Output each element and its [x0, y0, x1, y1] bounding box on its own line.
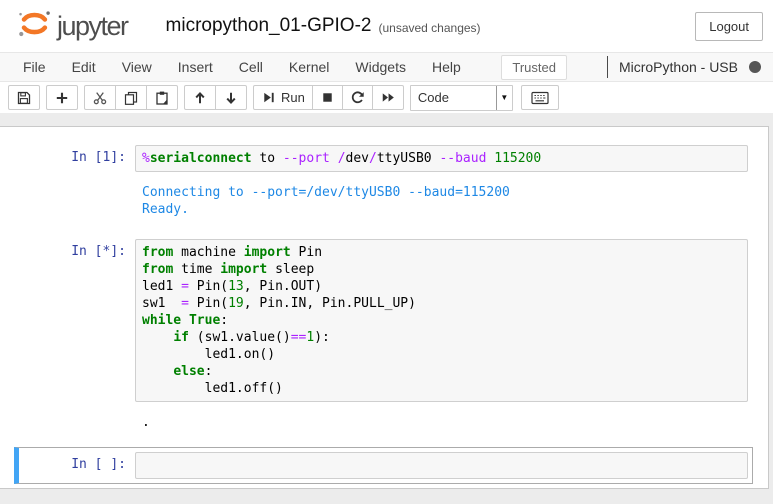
cut-cell-button[interactable] [84, 85, 116, 110]
paste-cell-button[interactable] [146, 85, 178, 110]
menu-item-widgets[interactable]: Widgets [342, 53, 419, 81]
code-cell-3-selected[interactable]: In [ ]: [14, 447, 753, 484]
menu-item-edit[interactable]: Edit [59, 53, 109, 81]
code-cell-1[interactable]: In [1]: %serialconnect to --port /dev/tt… [14, 140, 753, 225]
jupyter-logo-icon [14, 8, 54, 45]
cell-type-select[interactable]: Code ▼ [410, 85, 513, 111]
run-icon [261, 90, 276, 105]
run-cell-button[interactable]: Run [253, 85, 313, 110]
copy-cell-button[interactable] [115, 85, 147, 110]
notebook-header: jupyter micropython_01-GPIO-2 (unsaved c… [0, 0, 773, 113]
trusted-badge[interactable]: Trusted [501, 55, 567, 80]
interrupt-kernel-button[interactable] [312, 85, 343, 110]
chevron-down-icon: ▼ [496, 86, 512, 110]
menubar: FileEditViewInsertCellKernelWidgetsHelp … [0, 52, 773, 82]
add-cell-button[interactable] [46, 85, 78, 110]
command-palette-button[interactable] [521, 85, 559, 110]
save-button[interactable] [8, 85, 40, 110]
stop-icon [320, 90, 335, 105]
menu-item-insert[interactable]: Insert [165, 53, 226, 81]
code-cell-2[interactable]: In [*]: from machine import Pinfrom time… [14, 234, 753, 438]
menu-items: FileEditViewInsertCellKernelWidgetsHelp [10, 53, 474, 81]
menu-item-view[interactable]: View [109, 53, 165, 81]
autosave-status: (unsaved changes) [378, 21, 480, 35]
title-row: jupyter micropython_01-GPIO-2 (unsaved c… [0, 0, 773, 52]
menubar-right: Trusted MicroPython - USB [501, 55, 765, 80]
jupyter-logo[interactable]: jupyter [14, 8, 128, 45]
restart-run-all-icon [380, 90, 396, 105]
input-prompt: In [1]: [23, 145, 135, 172]
menu-item-kernel[interactable]: Kernel [276, 53, 342, 81]
restart-kernel-icon [350, 90, 365, 105]
code-input[interactable]: from machine import Pinfrom time import … [135, 239, 748, 402]
menu-item-file[interactable]: File [10, 53, 59, 81]
kernel-name: MicroPython - USB [619, 59, 738, 75]
toolbar: Run Code ▼ [0, 82, 773, 113]
restart-run-all-button[interactable] [372, 85, 404, 110]
cut-cell-icon [92, 90, 108, 106]
input-prompt: In [*]: [23, 239, 135, 402]
paste-cell-icon [154, 90, 170, 106]
run-button-label: Run [281, 90, 305, 105]
copy-cell-icon [123, 90, 139, 106]
notebook-title[interactable]: micropython_01-GPIO-2 [166, 15, 372, 37]
jupyter-logo-text: jupyter [57, 11, 128, 42]
code-input-empty[interactable] [135, 452, 748, 479]
notebook-container: In [1]: %serialconnect to --port /dev/tt… [0, 126, 769, 489]
code-input[interactable]: %serialconnect to --port /dev/ttyUSB0 --… [135, 145, 748, 172]
move-cell-up-button[interactable] [184, 85, 216, 110]
cell-type-value: Code [411, 90, 496, 105]
save-icon [16, 90, 32, 106]
keyboard-icon [531, 91, 549, 105]
move-cell-down-button[interactable] [215, 85, 247, 110]
move-down-icon [223, 90, 239, 106]
kernel-busy-indicator-icon [749, 61, 761, 73]
restart-kernel-button[interactable] [342, 85, 373, 110]
menu-item-help[interactable]: Help [419, 53, 474, 81]
cell-output: Connecting to --port=/dev/ttyUSB0 --baud… [135, 172, 748, 220]
logout-button[interactable]: Logout [695, 12, 763, 41]
input-prompt: In [ ]: [23, 452, 135, 479]
move-up-icon [192, 90, 208, 106]
add-cell-icon [54, 90, 70, 106]
kernel-separator [607, 56, 608, 78]
cell-output: . [135, 402, 748, 433]
menu-item-cell[interactable]: Cell [226, 53, 276, 81]
